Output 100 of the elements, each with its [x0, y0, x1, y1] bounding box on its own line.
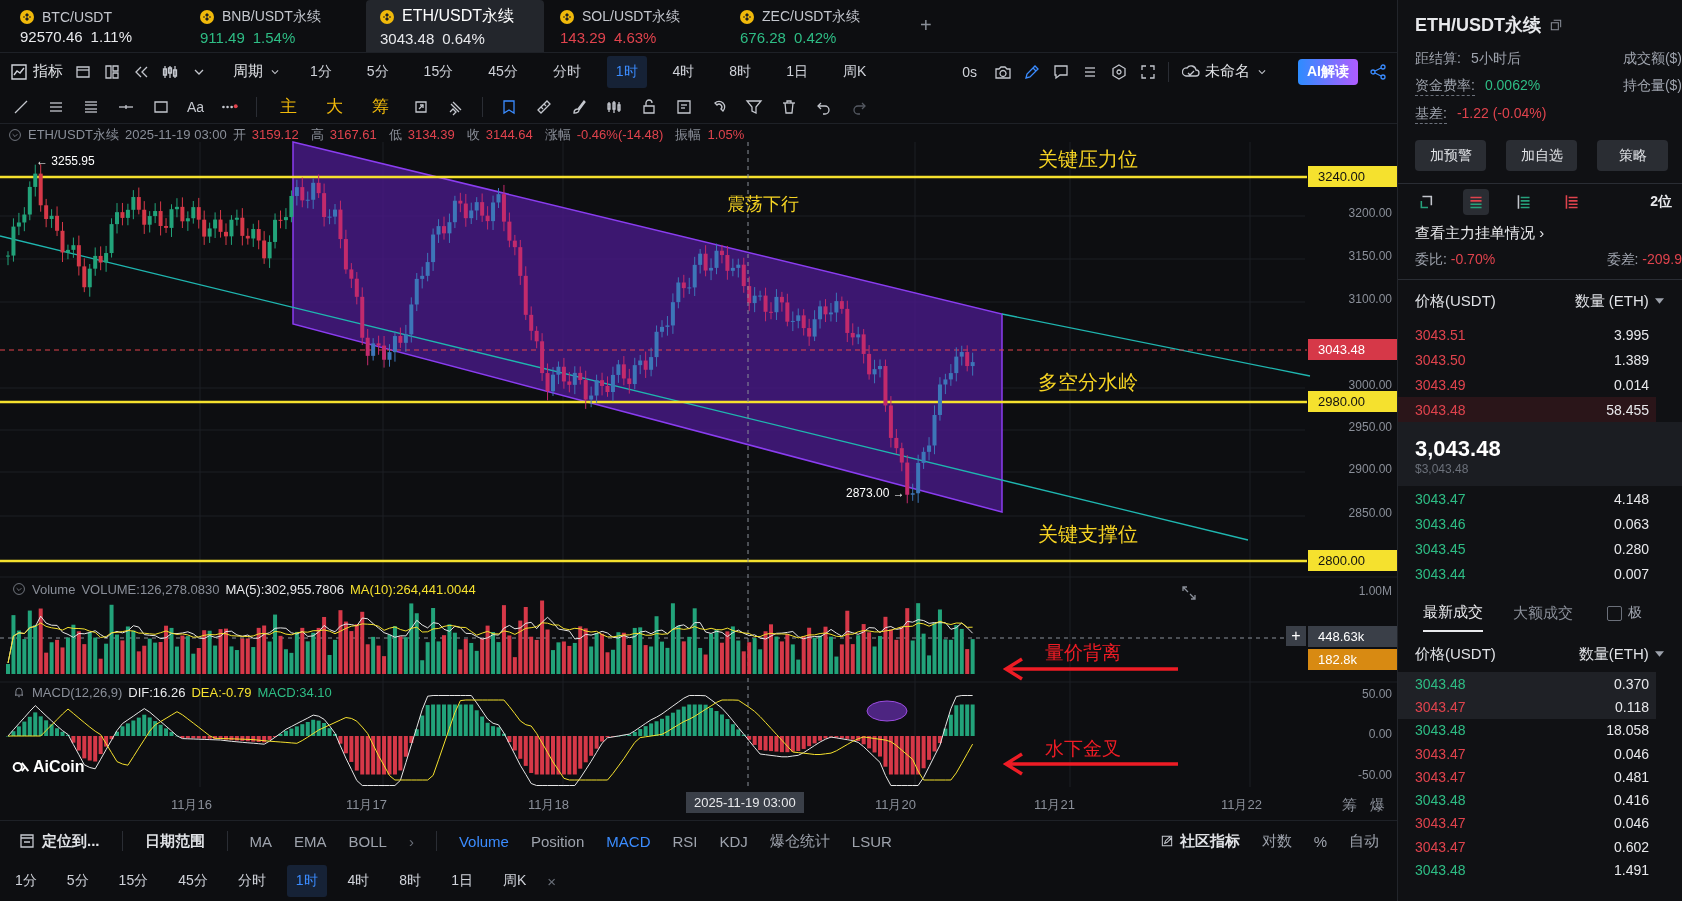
indicator-tab[interactable]: Volume: [458, 832, 509, 850]
order-price: 3043.44: [1415, 565, 1467, 582]
trades-tab[interactable]: 大额成交: [1513, 595, 1573, 631]
interval-tab[interactable]: 4时: [663, 55, 704, 88]
ticker-tab[interactable]: SOL/USDT永续 143.29 4.63%: [546, 0, 724, 52]
indicator-tab[interactable]: 爆仓统计: [769, 831, 830, 851]
order-quantity: 0.014: [1612, 376, 1649, 393]
caret-icon[interactable]: [1654, 298, 1664, 304]
interval-tab[interactable]: 1日: [777, 55, 817, 88]
ohlc-value: 3134.39: [407, 127, 455, 143]
column-header[interactable]: 数量(ETH): [1578, 644, 1649, 664]
indicator-tab[interactable]: EMA: [294, 832, 327, 850]
checkbox[interactable]: [1607, 605, 1622, 621]
quick-tool[interactable]: 大: [326, 95, 344, 119]
interval-tab[interactable]: 分时: [228, 865, 275, 898]
price-tick: 3200.00: [1347, 205, 1392, 220]
book-both-icon[interactable]: [1463, 189, 1489, 215]
action-button[interactable]: 加预警: [1415, 140, 1486, 171]
note-icon[interactable]: [675, 97, 694, 116]
ohlc-value: 3144.64: [485, 127, 533, 143]
interval-tab[interactable]: 周K: [833, 55, 876, 88]
community-button[interactable]: 社区指标: [1159, 831, 1240, 851]
close-button[interactable]: ×: [547, 872, 557, 890]
indicator-tab[interactable]: Position: [530, 832, 585, 850]
caret-icon[interactable]: [1654, 651, 1664, 657]
action-button[interactable]: 策略: [1597, 140, 1668, 171]
comment-icon[interactable]: [1052, 62, 1070, 81]
trade-quantity: 0.602: [1612, 838, 1649, 855]
scale-option[interactable]: %: [1313, 832, 1327, 850]
indicator-tab[interactable]: MA: [249, 832, 272, 850]
copy-icon[interactable]: [1549, 18, 1563, 32]
indicators-button[interactable]: 指标: [10, 62, 63, 82]
add-button[interactable]: +: [1286, 625, 1306, 646]
more-button[interactable]: ›: [408, 832, 414, 850]
interval-tab[interactable]: 8时: [720, 55, 761, 88]
indicator-tab[interactable]: LSUR: [851, 832, 892, 850]
ticker-tab[interactable]: BTC/USDT 92570.46 1.11%: [6, 0, 184, 52]
layout-dropdown[interactable]: 未命名: [1182, 62, 1269, 82]
chart-annotation: 震荡下行: [727, 192, 799, 216]
axis-toggle[interactable]: 筹: [1342, 795, 1357, 815]
ohlc-label: 低: [388, 125, 402, 144]
indicator-tab[interactable]: MACD: [606, 832, 651, 850]
interval-tab[interactable]: 1时: [286, 865, 327, 898]
filter-icon[interactable]: [745, 97, 764, 116]
ticker-price: 143.29: [560, 28, 606, 46]
quick-tool[interactable]: 主: [280, 95, 298, 119]
interval-tab[interactable]: 1日: [442, 865, 482, 898]
interval-tab[interactable]: 1分: [301, 55, 341, 88]
column-header[interactable]: 数量 (ETH): [1574, 291, 1649, 311]
interval-tab[interactable]: 45分: [169, 865, 217, 898]
collapse-icon[interactable]: [8, 127, 22, 142]
interval-tab[interactable]: 分时: [543, 55, 590, 88]
collapse-icon[interactable]: [12, 582, 26, 597]
interval-tab[interactable]: 15分: [414, 55, 463, 88]
indicator-tab[interactable]: RSI: [672, 832, 698, 850]
stat-value: 5小时后: [1470, 50, 1521, 68]
ticker-tab[interactable]: BNB/USDT永续 911.49 1.54%: [186, 0, 364, 52]
quick-tool[interactable]: 筹: [372, 95, 390, 119]
interval-tab[interactable]: 15分: [109, 865, 158, 898]
text-tool[interactable]: Aa: [187, 98, 205, 115]
depth-selector[interactable]: 2位: [1650, 193, 1672, 211]
action-button[interactable]: 加自选: [1506, 140, 1577, 171]
locate-button[interactable]: 定位到...: [18, 831, 100, 851]
scale-option[interactable]: 对数: [1261, 831, 1292, 851]
indicator-tab[interactable]: KDJ: [719, 832, 748, 850]
date-range-button[interactable]: 日期范围: [144, 831, 205, 851]
interval-tab[interactable]: 8时: [390, 865, 431, 898]
order-book-link[interactable]: 查看主力挂单情况 ›: [1415, 224, 1682, 243]
expand-icon[interactable]: [1180, 583, 1198, 602]
period-dropdown[interactable]: 周期: [233, 62, 282, 82]
volume-tick: 1.00M: [1357, 583, 1392, 598]
bell-icon[interactable]: [12, 685, 26, 700]
fullscreen-icon[interactable]: [1139, 62, 1157, 81]
scale-option[interactable]: 自动: [1349, 831, 1379, 851]
share-icon[interactable]: [1369, 62, 1387, 81]
add-tab-button[interactable]: +: [920, 0, 932, 52]
interval-tab[interactable]: 1分: [6, 865, 46, 898]
interval-tab[interactable]: 周K: [493, 865, 536, 898]
ai-button[interactable]: AI解读: [1298, 58, 1358, 85]
date-label: 11月20: [875, 795, 916, 814]
layout-icon[interactable]: [103, 62, 121, 81]
chart-annotation: 关键压力位: [1038, 146, 1138, 172]
indicator-tab[interactable]: BOLL: [348, 832, 387, 850]
interval-tab[interactable]: 5分: [57, 865, 98, 898]
ticker-tab[interactable]: ETH/USDT永续 3043.48 0.64%: [366, 0, 544, 52]
ticker-tab[interactable]: ZEC/USDT永续 676.28 0.42%: [726, 0, 904, 52]
trade-price: 3043.47: [1415, 768, 1467, 785]
axis-toggle[interactable]: 爆: [1370, 795, 1385, 815]
chart-annotation: 关键支撑位: [1038, 521, 1138, 547]
trades-tab[interactable]: 最新成交: [1423, 594, 1483, 632]
chart-annotation: 量价背离: [1045, 640, 1121, 665]
interval-tab[interactable]: 1时: [606, 55, 647, 88]
settings-icon[interactable]: [1110, 62, 1128, 81]
ohlc-value: 3167.61: [329, 127, 377, 143]
interval-tab[interactable]: 5分: [357, 55, 398, 88]
trade-price: 3043.47: [1415, 838, 1467, 855]
interval-tab[interactable]: 45分: [479, 55, 527, 88]
interval-tab[interactable]: 4时: [338, 865, 379, 898]
stat-label: 基差:: [1415, 105, 1447, 124]
ticker-pair: ETH/USDT永续: [402, 6, 514, 27]
